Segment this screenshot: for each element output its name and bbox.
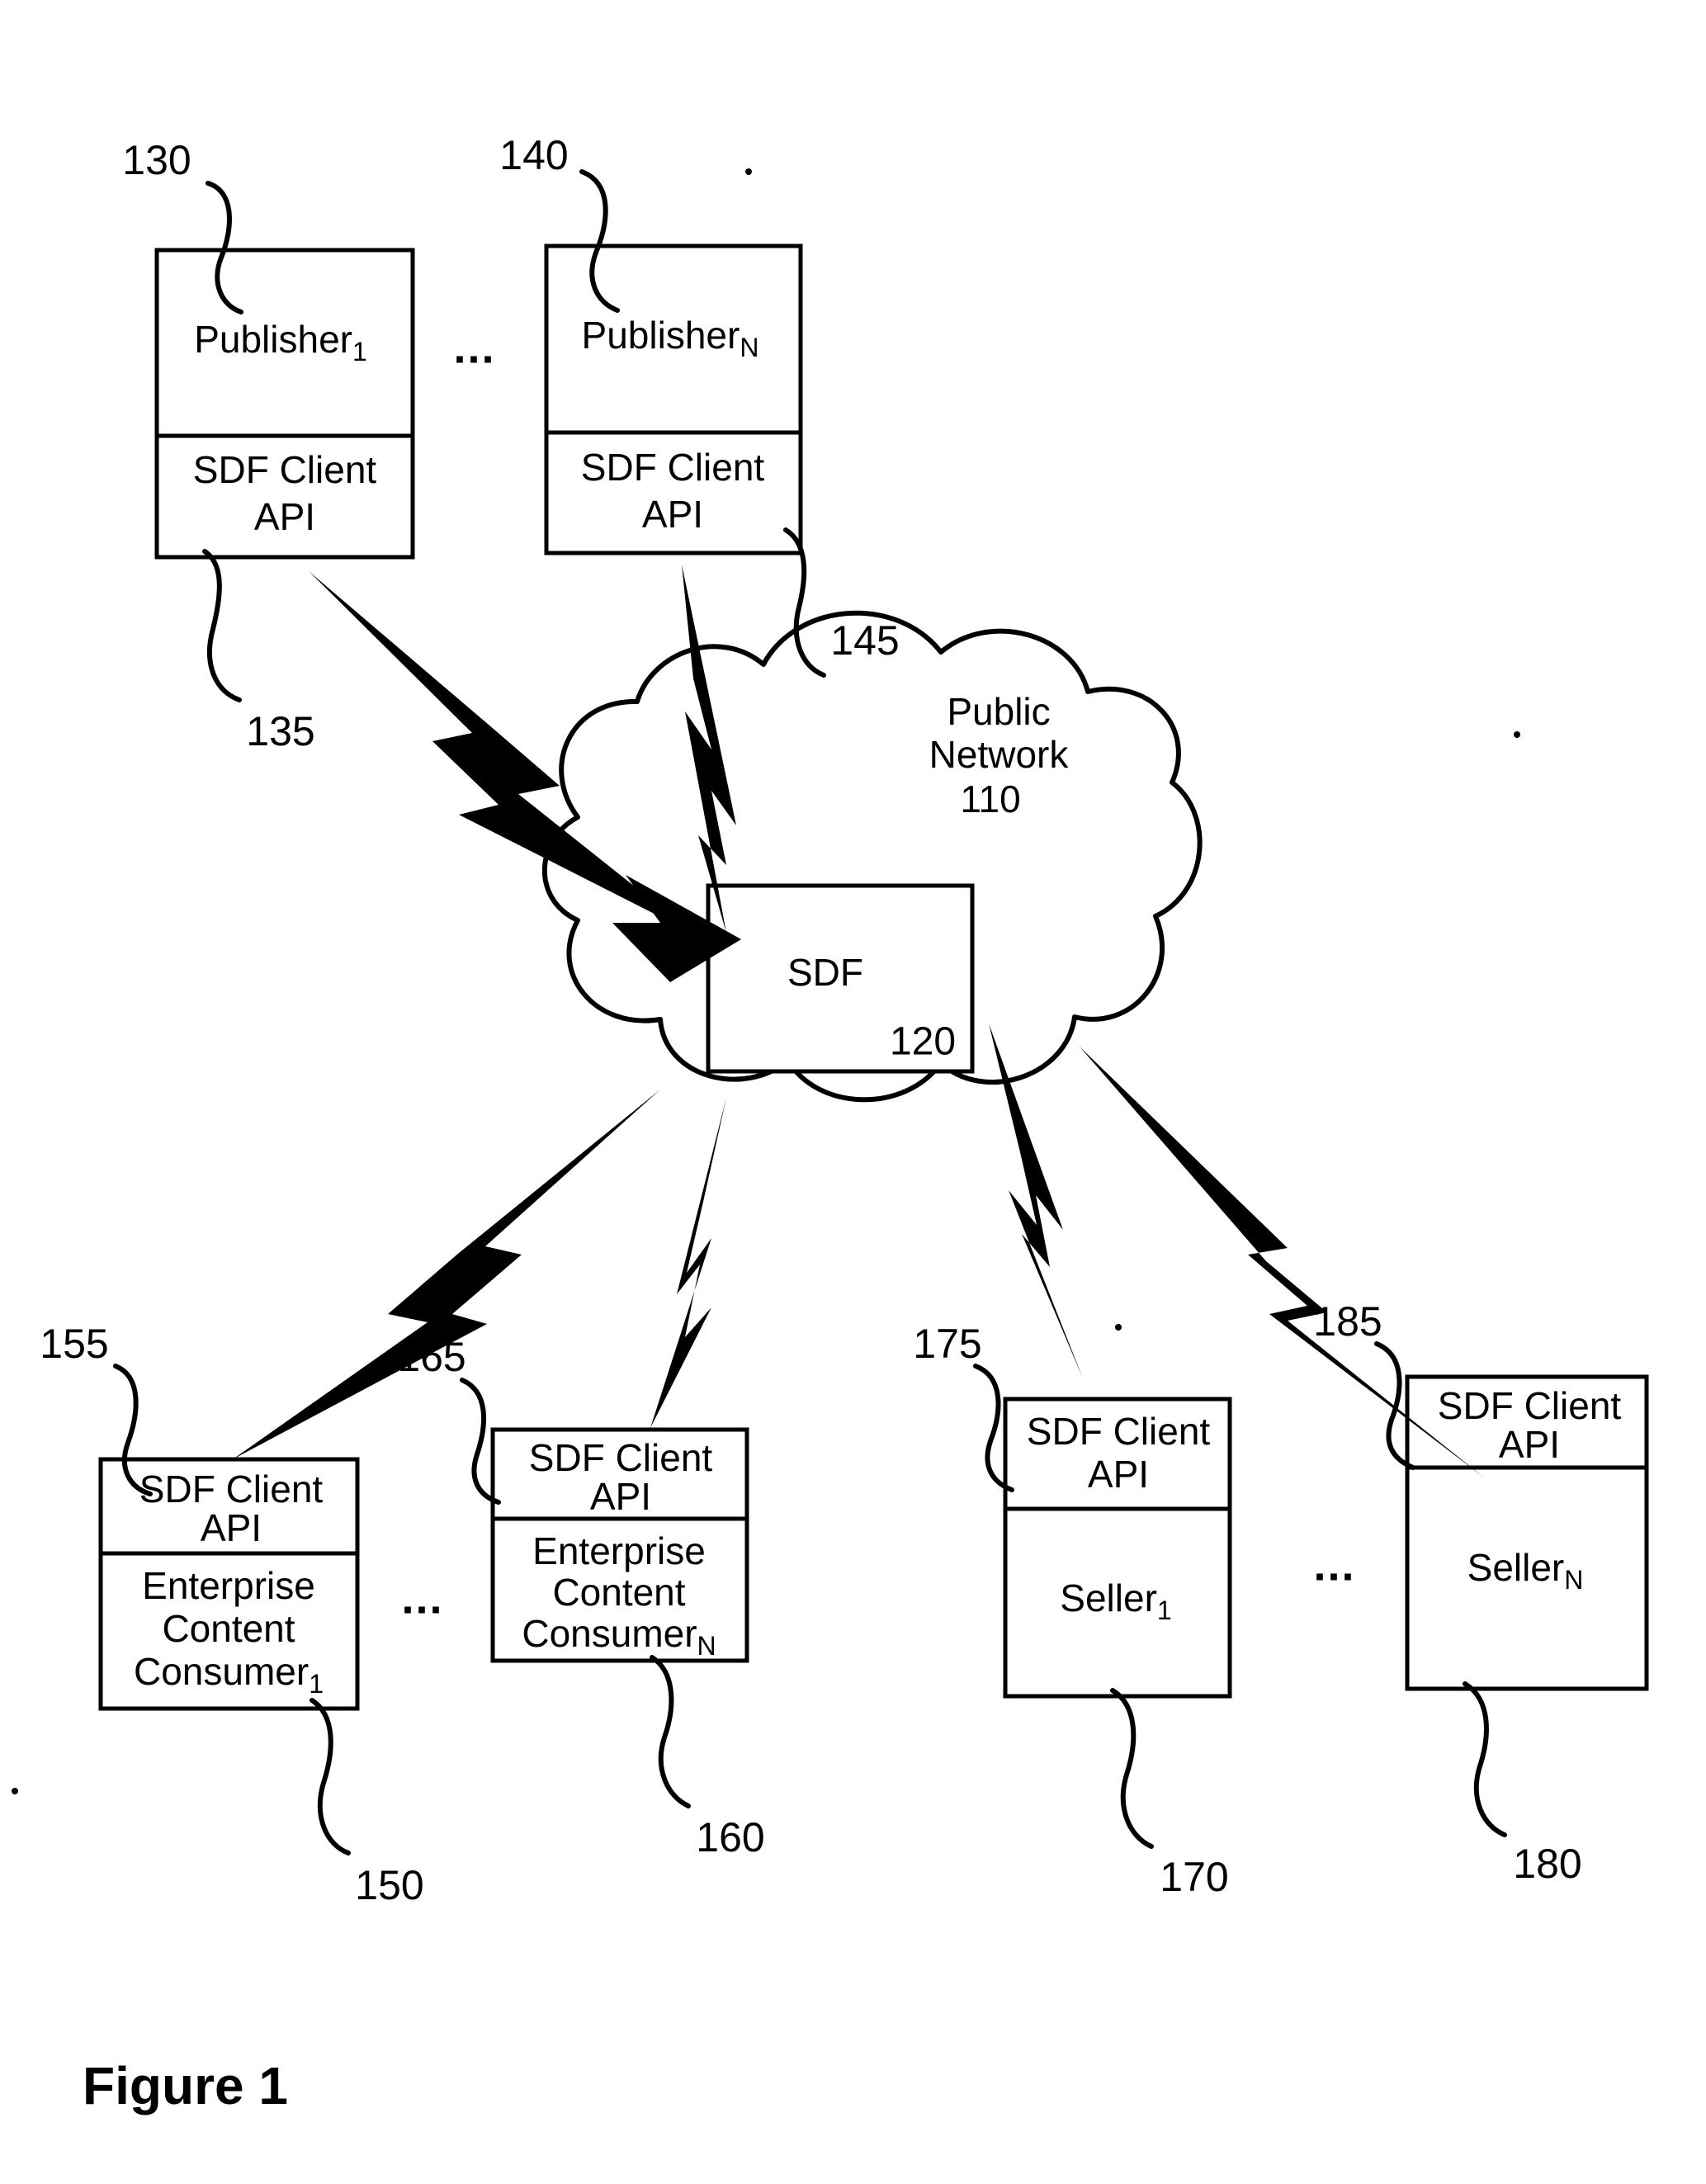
consumer-1-api-line2: API [201,1506,262,1549]
seller-n-node[interactable]: SDF Client API SellerN 185 180 [1313,1298,1649,1887]
seller-1-api-line1: SDF Client [1027,1410,1211,1453]
ref-label-150: 150 [355,1862,423,1908]
publisher-n-node[interactable]: PublisherN SDF Client API 140 145 [499,132,900,678]
leader-line-170 [1110,1688,1154,1849]
cloud-label-line2: Network [929,733,1070,776]
scan-speck-2 [1514,731,1520,738]
ref-label-155: 155 [40,1321,108,1367]
publisher-n-api-line2: API [642,493,703,536]
consumer-n-body-line1: Enterprise [532,1529,706,1572]
lightning-bolt-consumer-n [650,1098,726,1428]
patent-figure-page: Public Network 110 SDF 120 Publisher1 SD… [0,0,1706,2184]
consumer-n-api-line1: SDF Client [529,1436,713,1479]
scan-speck-1 [745,168,752,175]
publisher-n-label: PublisherN [582,314,759,362]
leader-line-160 [650,1655,691,1808]
lightning-bolt-consumer-1 [233,1090,660,1459]
consumer-1-body-line3: Consumer1 [134,1650,324,1699]
ref-label-145: 145 [830,617,899,664]
figure-caption: Figure 1 [83,2056,288,2115]
enterprise-content-consumer-n-node[interactable]: SDF Client API Enterprise Content Consum… [397,1334,764,1860]
seller-1-body-label: Seller1 [1060,1577,1171,1625]
scan-speck-3 [12,1788,18,1794]
ref-label-185: 185 [1313,1298,1382,1345]
publisher-n-api-line1: SDF Client [581,446,765,489]
cloud-label-line1: Public [947,690,1050,733]
sdf-ref-120: 120 [890,1020,956,1064]
cloud-ref-110: 110 [960,778,1020,820]
ref-label-170: 170 [1160,1854,1228,1900]
sdf-node[interactable]: SDF 120 [706,883,975,1074]
scan-speck-4 [1115,1324,1122,1331]
sdf-label: SDF [787,951,863,994]
publisher-1-label: Publisher1 [194,318,367,366]
seller-n-api-line2: API [1499,1423,1560,1466]
consumer-n-body-line2: Content [552,1571,685,1614]
ref-label-135: 135 [246,708,314,754]
enterprise-content-consumer-1-node[interactable]: SDF Client API Enterprise Content Consum… [40,1321,423,1908]
seller-1-api-line2: API [1088,1453,1149,1496]
publisher-1-api-line1: SDF Client [193,448,377,491]
consumer-n-body-line3: ConsumerN [522,1612,716,1661]
ref-label-130: 130 [122,137,191,183]
consumer-1-api-line1: SDF Client [139,1468,324,1510]
lightning-bolt-seller-1 [989,1023,1083,1378]
leader-line-180 [1463,1681,1507,1837]
publisher-1-node[interactable]: Publisher1 SDF Client API 130 135 [122,137,415,754]
consumer-1-body-line1: Enterprise [142,1564,315,1607]
seller-n-api-line1: SDF Client [1438,1384,1622,1427]
leader-line-150 [310,1698,351,1855]
publisher-row-ellipsis: ... [453,323,495,372]
consumer-row-ellipsis: ... [401,1573,443,1623]
ref-label-140: 140 [499,132,568,178]
consumer-1-body-line2: Content [162,1607,295,1650]
publisher-1-api-line2: API [254,495,315,538]
ref-label-180: 180 [1513,1841,1581,1887]
leader-line-135 [202,549,242,702]
seller-1-node[interactable]: SDF Client API Seller1 175 170 [913,1321,1232,1900]
seller-row-ellipsis: ... [1313,1540,1355,1590]
ref-label-175: 175 [913,1321,981,1367]
ref-label-160: 160 [696,1814,764,1860]
consumer-n-api-line2: API [590,1475,651,1518]
network-architecture-diagram: Public Network 110 SDF 120 Publisher1 SD… [12,132,1649,1908]
